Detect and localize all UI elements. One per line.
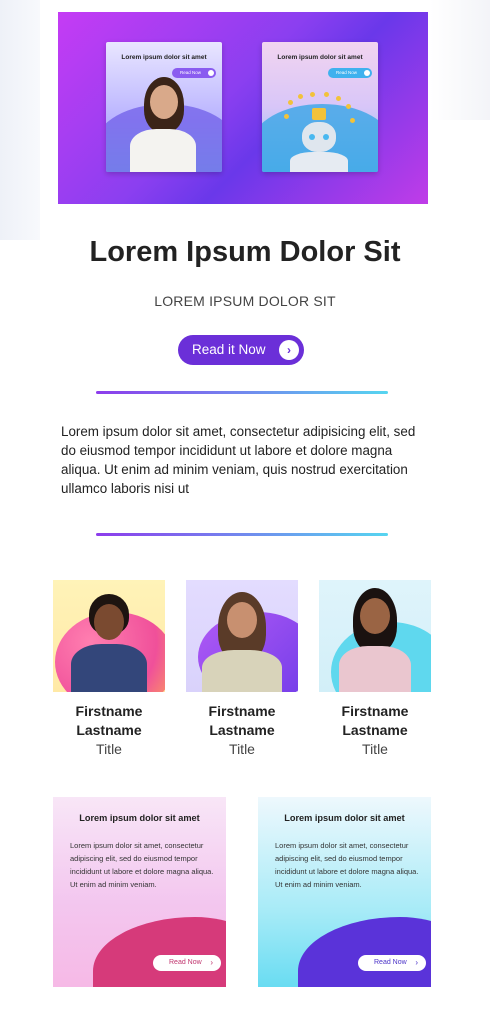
hero-banner: Lorem ipsum dolor sit amet Read Now Lore… bbox=[58, 12, 428, 204]
right-gutter bbox=[430, 0, 490, 120]
page-subtitle: LOREM IPSUM DOLOR SIT bbox=[154, 293, 336, 309]
left-gutter bbox=[0, 0, 40, 240]
divider bbox=[96, 391, 388, 394]
member-firstname: Firstname bbox=[341, 703, 409, 719]
card-title: Lorem ipsum dolor sit amet bbox=[79, 813, 200, 823]
member-firstname: Firstname bbox=[208, 703, 276, 719]
hero-card-person[interactable]: Lorem ipsum dolor sit amet Read Now bbox=[106, 42, 222, 172]
card-title: Lorem ipsum dolor sit amet bbox=[284, 813, 405, 823]
read-now-button[interactable]: Read Now › bbox=[358, 955, 426, 971]
hero-card-read-label: Read Now bbox=[336, 70, 358, 75]
decorative-blob bbox=[93, 917, 226, 987]
member-title: Title bbox=[96, 741, 122, 757]
hero-card-read-label: Read Now bbox=[180, 70, 202, 75]
read-now-label: Read Now bbox=[169, 959, 202, 966]
member-title: Title bbox=[362, 741, 388, 757]
page-title: Lorem Ipsum Dolor Sit bbox=[89, 236, 401, 268]
chevron-right-icon bbox=[208, 70, 214, 76]
decorative-blob bbox=[298, 917, 431, 987]
team-member: Firstname Lastname Title bbox=[186, 580, 298, 759]
read-now-label: Read Now bbox=[374, 959, 407, 966]
article-card: Lorem ipsum dolor sit amet Lorem ipsum d… bbox=[258, 797, 431, 987]
chevron-right-icon: › bbox=[415, 958, 418, 967]
divider bbox=[96, 533, 388, 536]
team-member: Firstname Lastname Title bbox=[319, 580, 431, 759]
read-it-now-button[interactable]: Read it Now › bbox=[178, 335, 304, 365]
hero-card-title: Lorem ipsum dolor sit amet bbox=[121, 54, 207, 61]
member-photo bbox=[319, 580, 431, 692]
member-photo bbox=[53, 580, 165, 692]
chevron-right-icon: › bbox=[279, 340, 299, 360]
member-lastname: Lastname bbox=[209, 722, 275, 738]
robot-illustration bbox=[284, 92, 355, 172]
card-body: Lorem ipsum dolor sit amet, consectetur … bbox=[275, 841, 419, 889]
member-lastname: Lastname bbox=[342, 722, 408, 738]
card-body: Lorem ipsum dolor sit amet, consectetur … bbox=[70, 841, 214, 889]
hero-card-robot[interactable]: Lorem ipsum dolor sit amet Read Now bbox=[262, 42, 378, 172]
member-photo bbox=[186, 580, 298, 692]
hero-card-title: Lorem ipsum dolor sit amet bbox=[277, 54, 363, 61]
read-now-button[interactable]: Read Now › bbox=[153, 955, 221, 971]
intro-paragraph: Lorem ipsum dolor sit amet, consectetur … bbox=[61, 424, 416, 496]
team-member: Firstname Lastname Title bbox=[53, 580, 165, 759]
woman-portrait bbox=[128, 77, 198, 172]
member-lastname: Lastname bbox=[76, 722, 142, 738]
hero-card-read-button[interactable]: Read Now bbox=[328, 68, 372, 78]
read-it-now-label: Read it Now bbox=[192, 342, 266, 357]
chevron-right-icon bbox=[364, 70, 370, 76]
member-title: Title bbox=[229, 741, 255, 757]
article-card: Lorem ipsum dolor sit amet Lorem ipsum d… bbox=[53, 797, 226, 987]
member-firstname: Firstname bbox=[75, 703, 143, 719]
chevron-right-icon: › bbox=[210, 958, 213, 967]
